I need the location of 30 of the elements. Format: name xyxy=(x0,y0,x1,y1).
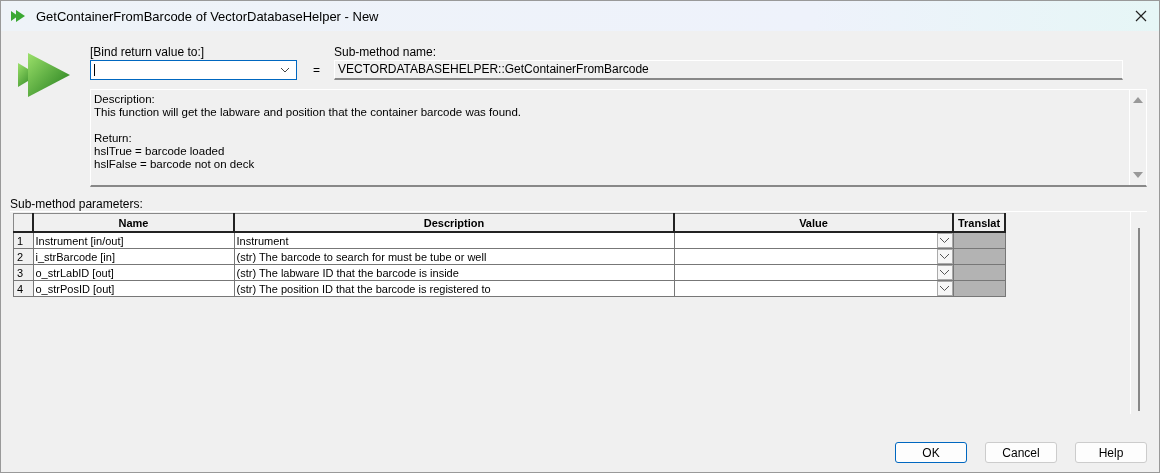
dropdown-button[interactable] xyxy=(936,265,953,280)
dialog-button[interactable]: Cancel xyxy=(985,442,1057,463)
chevron-down-icon xyxy=(940,254,949,259)
column-header[interactable]: Translat xyxy=(953,213,1005,232)
dropdown-button[interactable] xyxy=(936,233,953,248)
description-line: hslTrue = barcode loaded xyxy=(94,145,226,158)
close-icon[interactable] xyxy=(1135,10,1147,22)
dropdown-button[interactable] xyxy=(936,249,953,264)
column-header[interactable]: Description xyxy=(234,213,674,232)
parameters-label: Sub-method parameters: xyxy=(10,197,144,211)
description-line: hslFalse = barcode not on deck xyxy=(94,158,256,171)
description-line: Description: xyxy=(94,93,156,106)
window-title: GetContainerFromBarcode of VectorDatabaseHelper - New xyxy=(36,8,380,24)
chevron-down-icon xyxy=(940,286,949,291)
bind-label: [Bind return value to:] xyxy=(90,45,206,59)
equals-sign: = xyxy=(313,63,320,77)
bind-combobox[interactable] xyxy=(90,60,297,80)
column-header[interactable]: Name xyxy=(33,213,234,232)
dialog-button[interactable]: OK xyxy=(895,442,967,463)
dialog-button[interactable]: Help xyxy=(1075,442,1147,463)
column-header[interactable]: Value xyxy=(674,213,953,232)
description-line: Return: xyxy=(94,132,133,145)
chevron-down-icon xyxy=(940,270,949,275)
description-line: This function will get the labware and position that the container barcode was found. xyxy=(94,106,523,119)
submethod-label: Sub-method name: xyxy=(334,45,438,59)
chevron-down-icon xyxy=(280,67,290,73)
dropdown-button[interactable] xyxy=(936,281,953,296)
corner-cell xyxy=(13,213,33,232)
submethod-name-field: VECTORDATABASEHELPER::GetContainerFromBarcode xyxy=(334,60,1123,80)
chevron-down-icon xyxy=(940,238,949,243)
